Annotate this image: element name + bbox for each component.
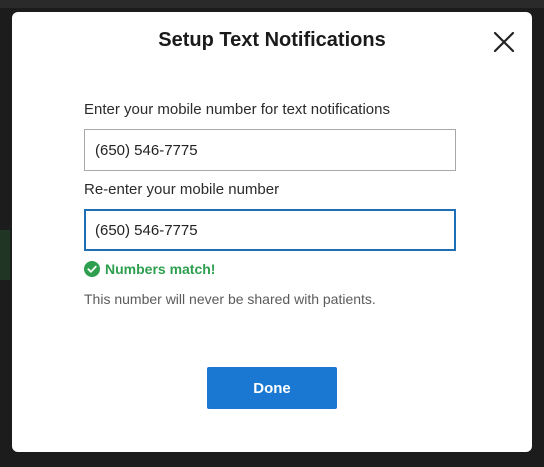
privacy-note: This number will never be shared with pa… (84, 291, 376, 307)
reenter-number-label: Re-enter your mobile number (84, 181, 280, 198)
notification-dialog: Setup Text Notifications Enter your mobi… (12, 12, 532, 452)
background-bar (0, 0, 544, 8)
close-icon (493, 31, 515, 53)
close-button[interactable] (492, 30, 516, 54)
background-panel (0, 230, 10, 280)
dialog-title: Setup Text Notifications (158, 29, 386, 51)
match-status-text: Numbers match! (105, 261, 216, 277)
match-status: Numbers match! (84, 261, 215, 277)
mobile-number-label: Enter your mobile number for text notifi… (84, 101, 390, 118)
check-circle-icon (84, 261, 100, 277)
mobile-number-input[interactable] (84, 129, 456, 171)
reenter-number-input[interactable] (84, 209, 456, 251)
done-button[interactable]: Done (207, 367, 337, 409)
